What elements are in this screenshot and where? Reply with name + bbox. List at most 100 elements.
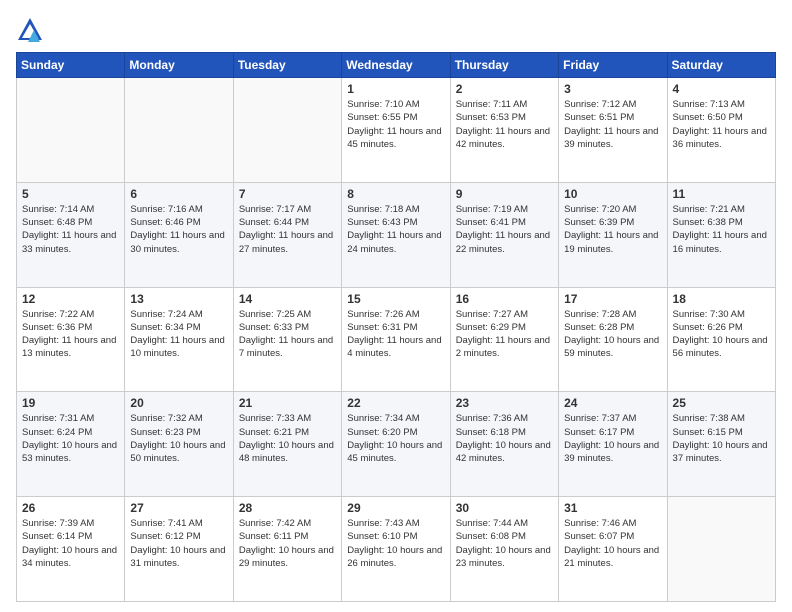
day-info: Sunrise: 7:34 AMSunset: 6:20 PMDaylight:… [347,412,444,465]
day-number: 14 [239,292,336,306]
day-number: 13 [130,292,227,306]
day-number: 19 [22,396,119,410]
day-info: Sunrise: 7:25 AMSunset: 6:33 PMDaylight:… [239,308,336,361]
header-tuesday: Tuesday [233,53,341,78]
header [16,12,776,44]
day-info: Sunrise: 7:14 AMSunset: 6:48 PMDaylight:… [22,203,119,256]
calendar-cell: 22 Sunrise: 7:34 AMSunset: 6:20 PMDayligh… [342,392,450,497]
calendar-cell [125,78,233,183]
calendar-cell: 15Sunrise: 7:26 AMSunset: 6:31 PMDayligh… [342,287,450,392]
day-info: Sunrise: 7:33 AMSunset: 6:21 PMDaylight:… [239,412,336,465]
logo [16,16,48,44]
calendar-cell: 9 Sunrise: 7:19 AMSunset: 6:41 PMDaylight… [450,182,558,287]
calendar-week-row: 1 Sunrise: 7:10 AMSunset: 6:55 PMDaylight… [17,78,776,183]
day-info: Sunrise: 7:20 AMSunset: 6:39 PMDaylight:… [564,203,661,256]
day-number: 29 [347,501,444,515]
calendar-cell: 7 Sunrise: 7:17 AMSunset: 6:44 PMDaylight… [233,182,341,287]
day-number: 1 [347,82,444,96]
day-info: Sunrise: 7:11 AMSunset: 6:53 PMDaylight:… [456,98,553,151]
day-info: Sunrise: 7:31 AMSunset: 6:24 PMDaylight:… [22,412,119,465]
day-number: 30 [456,501,553,515]
day-number: 26 [22,501,119,515]
day-number: 20 [130,396,227,410]
calendar-cell: 14 Sunrise: 7:25 AMSunset: 6:33 PMDayligh… [233,287,341,392]
calendar-week-row: 19 Sunrise: 7:31 AMSunset: 6:24 PMDayligh… [17,392,776,497]
calendar-cell: 25 Sunrise: 7:38 AMSunset: 6:15 PMDayligh… [667,392,775,497]
calendar-cell: 27 Sunrise: 7:41 AMSunset: 6:12 PMDayligh… [125,497,233,602]
day-number: 5 [22,187,119,201]
day-info: Sunrise: 7:12 AMSunset: 6:51 PMDaylight:… [564,98,661,151]
calendar-week-row: 26 Sunrise: 7:39 AMSunset: 6:14 PMDayligh… [17,497,776,602]
header-thursday: Thursday [450,53,558,78]
page-container: Sunday Monday Tuesday Wednesday Thursday… [0,0,792,612]
day-number: 23 [456,396,553,410]
calendar-week-row: 12 Sunrise: 7:22 AMSunset: 6:36 PMDayligh… [17,287,776,392]
day-number: 21 [239,396,336,410]
header-monday: Monday [125,53,233,78]
calendar-cell: 29 Sunrise: 7:43 AMSunset: 6:10 PMDayligh… [342,497,450,602]
day-number: 31 [564,501,661,515]
day-info: Sunrise: 7:41 AMSunset: 6:12 PMDaylight:… [130,517,227,570]
calendar-cell: 12 Sunrise: 7:22 AMSunset: 6:36 PMDayligh… [17,287,125,392]
day-number: 11 [673,187,770,201]
day-info: Sunrise: 7:19 AMSunset: 6:41 PMDaylight:… [456,203,553,256]
day-info: Sunrise: 7:36 AMSunset: 6:18 PMDaylight:… [456,412,553,465]
day-number: 3 [564,82,661,96]
day-number: 17 [564,292,661,306]
calendar-cell: 17Sunrise: 7:28 AMSunset: 6:28 PMDayligh… [559,287,667,392]
calendar-cell: 6Sunrise: 7:16 AMSunset: 6:46 PMDaylight… [125,182,233,287]
day-number: 12 [22,292,119,306]
header-sunday: Sunday [17,53,125,78]
day-info: Sunrise: 7:37 AMSunset: 6:17 PMDaylight:… [564,412,661,465]
header-wednesday: Wednesday [342,53,450,78]
day-info: Sunrise: 7:46 AMSunset: 6:07 PMDaylight:… [564,517,661,570]
day-info: Sunrise: 7:43 AMSunset: 6:10 PMDaylight:… [347,517,444,570]
calendar-cell: 10 Sunrise: 7:20 AMSunset: 6:39 PMDayligh… [559,182,667,287]
header-saturday: Saturday [667,53,775,78]
calendar-header-row: Sunday Monday Tuesday Wednesday Thursday… [17,53,776,78]
day-info: Sunrise: 7:42 AMSunset: 6:11 PMDaylight:… [239,517,336,570]
day-number: 16 [456,292,553,306]
day-number: 2 [456,82,553,96]
calendar-cell: 4 Sunrise: 7:13 AMSunset: 6:50 PMDaylight… [667,78,775,183]
day-info: Sunrise: 7:10 AMSunset: 6:55 PMDaylight:… [347,98,444,151]
calendar-week-row: 5 Sunrise: 7:14 AMSunset: 6:48 PMDaylight… [17,182,776,287]
day-info: Sunrise: 7:18 AMSunset: 6:43 PMDaylight:… [347,203,444,256]
calendar-cell: 31 Sunrise: 7:46 AMSunset: 6:07 PMDayligh… [559,497,667,602]
day-info: Sunrise: 7:16 AMSunset: 6:46 PMDaylight:… [130,203,227,256]
day-info: Sunrise: 7:39 AMSunset: 6:14 PMDaylight:… [22,517,119,570]
logo-icon [16,16,44,44]
calendar-table: Sunday Monday Tuesday Wednesday Thursday… [16,52,776,602]
day-number: 22 [347,396,444,410]
calendar-cell: 3 Sunrise: 7:12 AMSunset: 6:51 PMDaylight… [559,78,667,183]
day-number: 27 [130,501,227,515]
day-number: 10 [564,187,661,201]
calendar-cell: 13Sunrise: 7:24 AMSunset: 6:34 PMDayligh… [125,287,233,392]
calendar-cell [17,78,125,183]
calendar-cell: 18 Sunrise: 7:30 AMSunset: 6:26 PMDayligh… [667,287,775,392]
day-info: Sunrise: 7:38 AMSunset: 6:15 PMDaylight:… [673,412,770,465]
day-number: 24 [564,396,661,410]
calendar-cell [233,78,341,183]
calendar-cell: 8 Sunrise: 7:18 AMSunset: 6:43 PMDaylight… [342,182,450,287]
calendar-cell: 20 Sunrise: 7:32 AMSunset: 6:23 PMDayligh… [125,392,233,497]
calendar-cell: 21 Sunrise: 7:33 AMSunset: 6:21 PMDayligh… [233,392,341,497]
calendar-cell [667,497,775,602]
day-info: Sunrise: 7:32 AMSunset: 6:23 PMDaylight:… [130,412,227,465]
day-number: 4 [673,82,770,96]
calendar-cell: 11 Sunrise: 7:21 AMSunset: 6:38 PMDayligh… [667,182,775,287]
day-info: Sunrise: 7:17 AMSunset: 6:44 PMDaylight:… [239,203,336,256]
day-number: 8 [347,187,444,201]
calendar-cell: 16Sunrise: 7:27 AMSunset: 6:29 PMDayligh… [450,287,558,392]
day-number: 7 [239,187,336,201]
day-number: 9 [456,187,553,201]
day-info: Sunrise: 7:22 AMSunset: 6:36 PMDaylight:… [22,308,119,361]
day-info: Sunrise: 7:21 AMSunset: 6:38 PMDaylight:… [673,203,770,256]
calendar-cell: 24 Sunrise: 7:37 AMSunset: 6:17 PMDayligh… [559,392,667,497]
day-info: Sunrise: 7:13 AMSunset: 6:50 PMDaylight:… [673,98,770,151]
day-number: 18 [673,292,770,306]
day-number: 15 [347,292,444,306]
day-number: 25 [673,396,770,410]
day-info: Sunrise: 7:30 AMSunset: 6:26 PMDaylight:… [673,308,770,361]
calendar-cell: 5 Sunrise: 7:14 AMSunset: 6:48 PMDaylight… [17,182,125,287]
